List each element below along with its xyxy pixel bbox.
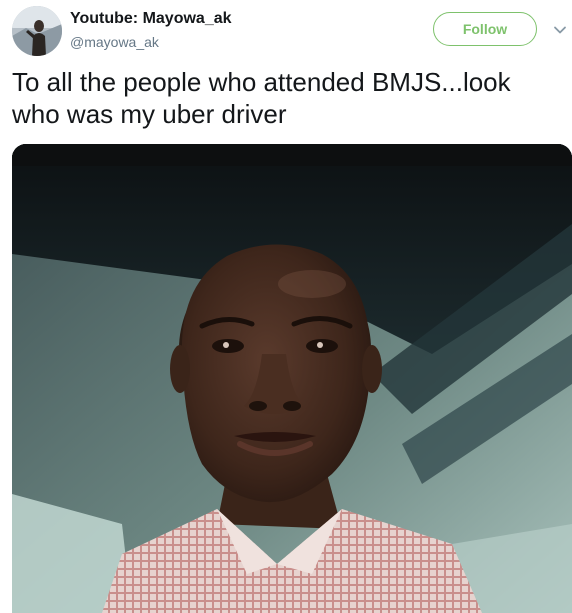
author-avatar[interactable] xyxy=(12,6,62,56)
chevron-down-icon[interactable] xyxy=(552,22,568,38)
author-display-name[interactable]: Youtube: Mayowa_ak xyxy=(70,10,232,28)
follow-button[interactable]: Follow xyxy=(433,12,537,46)
avatar-image xyxy=(12,6,62,56)
tweet-photo[interactable] xyxy=(12,144,572,613)
author-handle[interactable]: @mayowa_ak xyxy=(70,34,159,50)
photo-of-man-selfie xyxy=(12,144,572,613)
tweet-text: To all the people who attended BMJS...lo… xyxy=(12,67,511,129)
tweet-header: Youtube: Mayowa_ak @mayowa_ak Follow xyxy=(0,0,572,62)
